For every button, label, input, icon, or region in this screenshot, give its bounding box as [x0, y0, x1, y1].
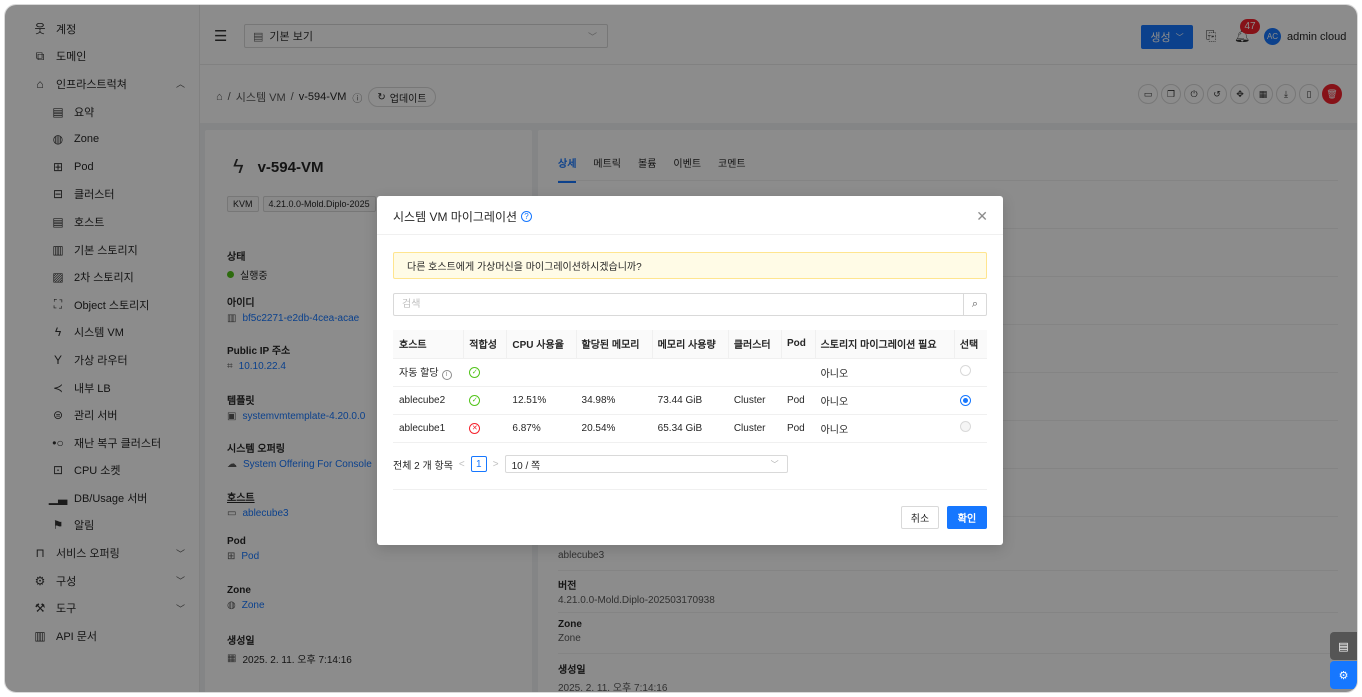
- mem-alloc-cell-text: 34.98%: [581, 394, 616, 406]
- cluster-cell-text: Cluster: [733, 394, 766, 406]
- select-cell: [953, 358, 987, 387]
- mem-used-cell-text: 65.34 GiB: [657, 422, 703, 434]
- pod-cell-text: Pod: [786, 422, 805, 434]
- col-suitability: 적합성: [463, 330, 507, 359]
- mem-alloc-cell: 20.54%: [575, 414, 652, 443]
- pod-cell: Pod: [780, 386, 815, 415]
- pagination-total: 전체 2 개 항목: [393, 460, 453, 472]
- col-host: 호스트: [393, 330, 464, 359]
- search-input[interactable]: [394, 294, 954, 315]
- select-cell: [953, 414, 987, 443]
- col-mem-alloc: 할당된 메모리: [575, 330, 652, 359]
- modal-title: 시스템 VM 마이그레이션 ?: [393, 208, 533, 225]
- mem-alloc-cell: [575, 358, 652, 387]
- side-panel-icon[interactable]: ▤: [1330, 632, 1357, 660]
- select-cell: [953, 386, 987, 415]
- cluster-cell: [727, 358, 781, 387]
- migrate-modal: 시스템 VM 마이그레이션 ? ✕ 다른 호스트에게 가상머신을 마이그레이션하…: [377, 196, 1003, 545]
- cpu-cell-text: 6.87%: [512, 422, 541, 434]
- page-number[interactable]: 1: [470, 456, 487, 472]
- check-circle-icon: ✓: [469, 366, 481, 378]
- cpu-cell: [506, 358, 576, 387]
- suitability-cell: ✓: [463, 358, 507, 387]
- pod-cell: [780, 358, 815, 387]
- host-radio[interactable]: [959, 394, 971, 406]
- app-window: 웃 계정 ⧉ 도메인 ⌂ 인프라스트럭쳐 ︿ ▤ 요약 ◍ Zone ⊞ Pod ⊟ 클러스터 ▤ 호스트 ▥ 기본…: [4, 4, 1358, 693]
- question-circle-icon[interactable]: ?: [521, 211, 533, 222]
- host-cell: ablecube1: [393, 414, 464, 443]
- mem-used-cell: 65.34 GiB: [651, 414, 728, 443]
- cpu-cell: 12.51%: [506, 386, 576, 415]
- page-size-value: 10 / 쪽: [511, 460, 541, 472]
- migrate-alert: 다른 호스트에게 가상머신을 마이그레이션하시겠습니까?: [393, 252, 987, 279]
- pod-cell-text: Pod: [786, 394, 805, 406]
- storage-migration-cell-text: 아니오: [820, 368, 849, 380]
- chevron-down-icon: ﹀: [770, 459, 779, 469]
- mem-alloc-cell: 34.98%: [575, 386, 652, 415]
- settings-fab-icon[interactable]: ⚙: [1330, 661, 1357, 689]
- host-search: ⌕: [393, 293, 987, 316]
- mem-used-cell: [651, 358, 728, 387]
- col-cpu: CPU 사용율: [506, 330, 576, 359]
- cluster-cell: Cluster: [727, 386, 781, 415]
- info-circle-icon[interactable]: i: [441, 369, 452, 380]
- cpu-cell: 6.87%: [506, 414, 576, 443]
- close-icon[interactable]: ✕: [976, 208, 988, 225]
- modal-title-text: 시스템 VM 마이그레이션: [393, 210, 518, 224]
- cluster-cell-text: Cluster: [733, 422, 766, 434]
- host-radio: [959, 421, 971, 432]
- table-row[interactable]: ablecube1 ✕ 6.87% 20.54% 65.34 GiB Cluster Pod…: [393, 414, 987, 443]
- host-cell-text: 자동 할당: [399, 368, 439, 380]
- search-icon[interactable]: ⌕: [963, 294, 986, 315]
- check-circle-icon: ✓: [469, 394, 481, 406]
- storage-migration-cell: 아니오: [814, 386, 954, 415]
- mem-alloc-cell-text: 20.54%: [581, 422, 616, 434]
- storage-migration-cell: 아니오: [814, 358, 954, 387]
- next-page-icon[interactable]: >: [493, 459, 499, 470]
- suitability-cell: ✓: [463, 386, 507, 415]
- storage-migration-cell-text: 아니오: [820, 424, 849, 436]
- host-cell: 자동 할당 i: [393, 358, 464, 387]
- prev-page-icon[interactable]: <: [459, 459, 465, 470]
- cancel-button[interactable]: 취소: [901, 506, 939, 529]
- modal-footer-divider: [393, 489, 987, 490]
- modal-header-divider: [377, 234, 1003, 235]
- table-row[interactable]: ablecube2 ✓ 12.51% 34.98% 73.44 GiB Cluster Po…: [393, 386, 987, 415]
- col-pod: Pod: [780, 330, 815, 359]
- pagination: 전체 2 개 항목 < 1 > 10 / 쪽 ﹀: [393, 455, 788, 473]
- storage-migration-cell-text: 아니오: [820, 396, 849, 408]
- col-cluster: 클러스터: [727, 330, 781, 359]
- pod-cell: Pod: [780, 414, 815, 443]
- cpu-cell-text: 12.51%: [512, 394, 547, 406]
- host-cell-text: ablecube2: [399, 394, 446, 406]
- table-row[interactable]: 자동 할당 i ✓ 아니오: [393, 358, 987, 387]
- ok-button[interactable]: 확인: [947, 506, 987, 529]
- host-table: 호스트 적합성 CPU 사용율 할당된 메모리 메모리 사용량 클러스터 Pod…: [393, 330, 987, 443]
- cluster-cell: Cluster: [727, 414, 781, 443]
- col-mem-used: 메모리 사용량: [651, 330, 728, 359]
- suitability-cell: ✕: [463, 414, 507, 443]
- table-header-row: 호스트 적합성 CPU 사용율 할당된 메모리 메모리 사용량 클러스터 Pod…: [393, 330, 987, 359]
- mem-used-cell-text: 73.44 GiB: [657, 394, 703, 406]
- mem-used-cell: 73.44 GiB: [651, 386, 728, 415]
- host-radio[interactable]: [959, 365, 971, 376]
- storage-migration-cell: 아니오: [814, 414, 954, 443]
- col-select: 선택: [953, 330, 987, 359]
- host-cell: ablecube2: [393, 386, 464, 415]
- col-storage-migration: 스토리지 마이그레이션 필요: [814, 330, 954, 359]
- page-size-select[interactable]: 10 / 쪽 ﹀: [504, 455, 788, 473]
- host-cell-text: ablecube1: [399, 422, 446, 434]
- close-circle-icon: ✕: [469, 422, 481, 434]
